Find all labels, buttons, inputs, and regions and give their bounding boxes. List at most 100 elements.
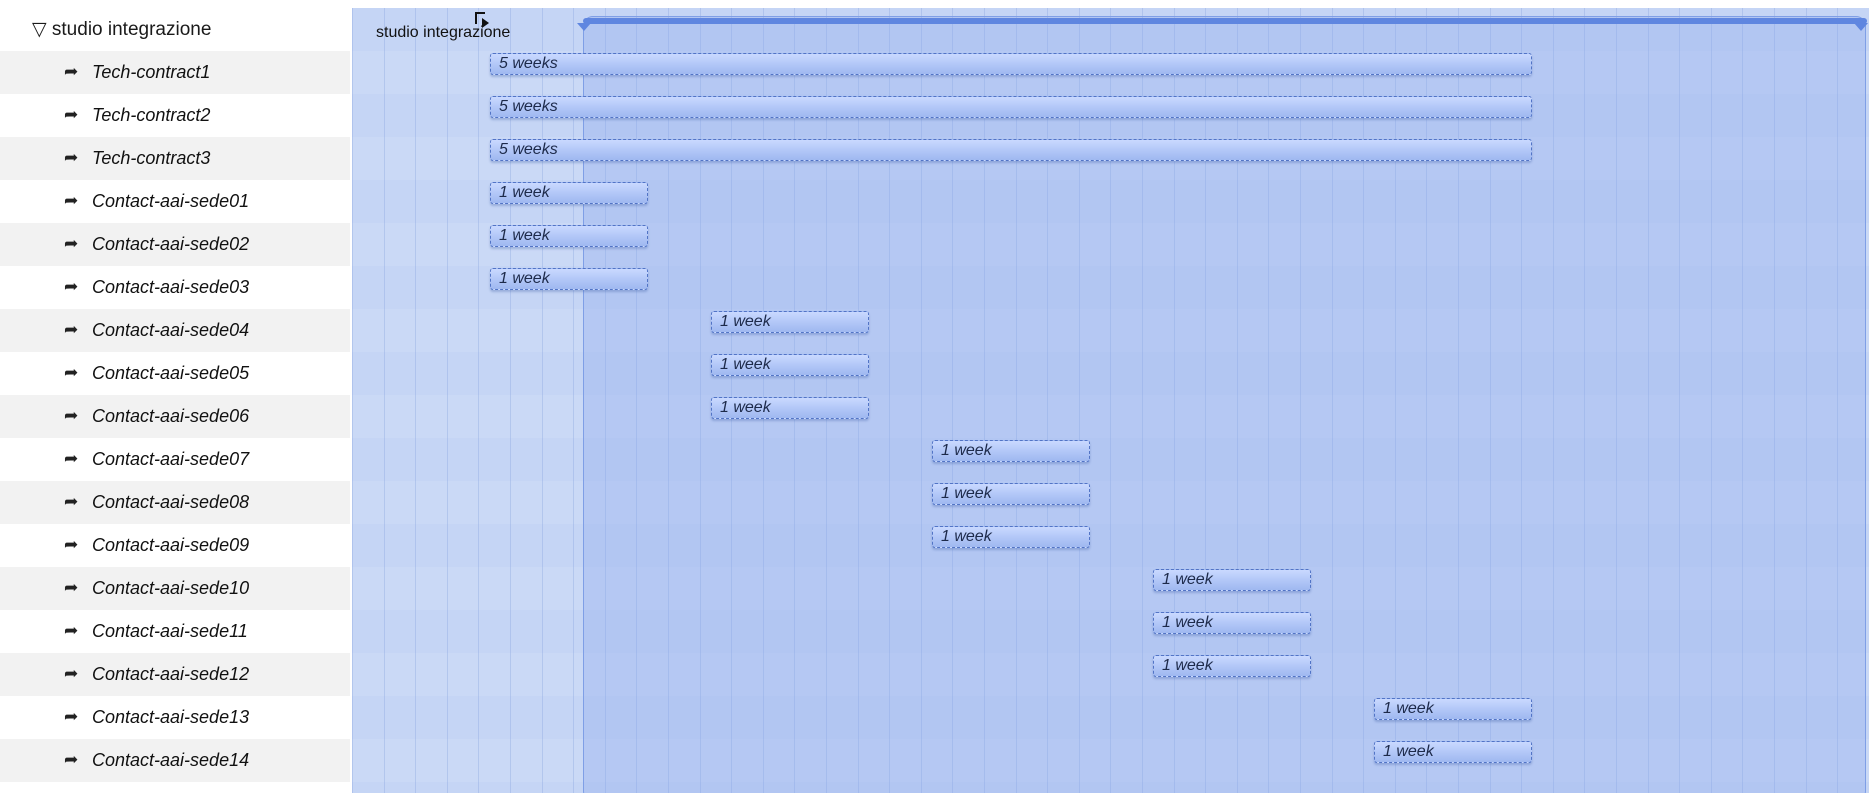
outline-task-row[interactable]: ➦ Tech-contract3 [0, 137, 350, 180]
task-label: Contact-aai-sede13 [92, 707, 250, 727]
outline-task-row[interactable]: ➦ Contact-aai-sede07 [0, 438, 350, 481]
task-arrow-icon: ➦ [64, 449, 79, 468]
task-duration-label: 1 week [499, 184, 550, 201]
outline-task-row[interactable]: ➦ Contact-aai-sede02 [0, 223, 350, 266]
task-label: Contact-aai-sede05 [92, 363, 250, 383]
task-label: Contact-aai-sede10 [92, 578, 250, 598]
outline-task-row[interactable]: ➦ Contact-aai-sede05 [0, 352, 350, 395]
grid-line [447, 8, 448, 793]
task-duration-label: 1 week [499, 227, 550, 244]
task-arrow-icon: ➦ [64, 277, 79, 296]
task-arrow-icon: ➦ [64, 363, 79, 382]
task-label: Contact-aai-sede01 [92, 191, 250, 211]
grid-line [510, 8, 511, 793]
grid-line [542, 8, 543, 793]
task-bar[interactable]: 1 week [711, 354, 869, 376]
grid-line [384, 8, 385, 793]
task-bar[interactable]: 1 week [932, 483, 1090, 505]
task-arrow-icon: ➦ [64, 234, 79, 253]
grid-line [415, 8, 416, 793]
task-arrow-icon: ➦ [64, 105, 79, 124]
task-arrow-icon: ➦ [64, 148, 79, 167]
task-arrow-icon: ➦ [64, 320, 79, 339]
task-bar[interactable]: 1 week [1374, 741, 1532, 763]
task-bar[interactable]: 1 week [490, 182, 648, 204]
task-arrow-icon: ➦ [64, 535, 79, 554]
task-arrow-icon: ➦ [64, 191, 79, 210]
task-bar[interactable]: 5 weeks [490, 139, 1532, 161]
grid-line [352, 8, 353, 793]
task-arrow-icon: ➦ [64, 621, 79, 640]
task-bar[interactable]: 1 week [1153, 655, 1311, 677]
grid-line [478, 8, 479, 793]
outline-task-row[interactable]: ➦ Contact-aai-sede04 [0, 309, 350, 352]
task-bar[interactable]: 1 week [711, 397, 869, 419]
task-bar[interactable]: 1 week [490, 268, 648, 290]
outline-task-row[interactable]: ➦ Contact-aai-sede11 [0, 610, 350, 653]
task-arrow-icon: ➦ [64, 750, 79, 769]
task-bar[interactable]: 1 week [1153, 569, 1311, 591]
task-bar[interactable]: 1 week [1374, 698, 1532, 720]
outline-task-row[interactable]: ➦ Contact-aai-sede03 [0, 266, 350, 309]
task-label: Contact-aai-sede06 [92, 406, 250, 426]
task-label: Contact-aai-sede03 [92, 277, 250, 297]
task-bar[interactable]: 5 weeks [490, 53, 1532, 75]
task-label: Tech-contract3 [92, 148, 211, 168]
outline-task-row[interactable]: ➦ Contact-aai-sede08 [0, 481, 350, 524]
gantt-chart: studio integrazione 5 weeks 5 weeks 5 week… [352, 8, 1869, 793]
task-duration-label: 1 week [720, 399, 771, 416]
task-bar[interactable]: 1 week [490, 225, 648, 247]
task-label: Contact-aai-sede12 [92, 664, 250, 684]
task-arrow-icon: ➦ [64, 578, 79, 597]
dependency-arrow-icon [482, 18, 489, 28]
outline-task-row[interactable]: ➦ Contact-aai-sede13 [0, 696, 350, 739]
task-outline: ▽ studio integrazione ➦ Tech-contract1 ➦ Te… [0, 0, 350, 793]
task-duration-label: 1 week [499, 270, 550, 287]
outline-task-row[interactable]: ➦ Tech-contract2 [0, 94, 350, 137]
outline-task-row[interactable]: ➦ Contact-aai-sede12 [0, 653, 350, 696]
task-arrow-icon: ➦ [64, 707, 79, 726]
outline-task-row[interactable]: ➦ Contact-aai-sede01 [0, 180, 350, 223]
group-label[interactable]: ▽ studio integrazione [32, 18, 211, 41]
task-label: Contact-aai-sede14 [92, 750, 250, 770]
task-duration-label: 1 week [1383, 700, 1434, 717]
outline-group-row[interactable]: ▽ studio integrazione [0, 8, 350, 51]
task-label: Contact-aai-sede09 [92, 535, 250, 555]
task-duration-label: 1 week [1162, 657, 1213, 674]
task-arrow-icon: ➦ [64, 664, 79, 683]
group-name: studio integrazione [51, 19, 212, 40]
outline-task-row[interactable]: ➦ Contact-aai-sede10 [0, 567, 350, 610]
outline-task-row[interactable]: ➦ Tech-contract1 [0, 51, 350, 94]
task-duration-label: 1 week [1383, 743, 1434, 760]
task-arrow-icon: ➦ [64, 406, 79, 425]
group-summary-bar[interactable] [583, 18, 1867, 24]
outline-task-row[interactable]: ➦ Contact-aai-sede09 [0, 524, 350, 567]
disclosure-triangle-icon[interactable]: ▽ [32, 19, 47, 40]
summary-start-marker-icon [577, 23, 591, 31]
task-duration-label: 1 week [720, 313, 771, 330]
task-bar[interactable]: 1 week [1153, 612, 1311, 634]
task-duration-label: 1 week [941, 485, 992, 502]
task-duration-label: 1 week [941, 528, 992, 545]
task-bar[interactable]: 1 week [711, 311, 869, 333]
task-duration-label: 5 weeks [499, 55, 558, 72]
task-label: Contact-aai-sede07 [92, 449, 250, 469]
task-label: Contact-aai-sede04 [92, 320, 250, 340]
outline-task-row[interactable]: ➦ Contact-aai-sede14 [0, 739, 350, 782]
task-label: Tech-contract1 [92, 62, 211, 82]
task-duration-label: 5 weeks [499, 98, 558, 115]
task-bar[interactable]: 5 weeks [490, 96, 1532, 118]
task-label: Contact-aai-sede11 [92, 621, 248, 641]
task-label: Tech-contract2 [92, 105, 211, 125]
task-bar[interactable]: 1 week [932, 440, 1090, 462]
task-duration-label: 1 week [941, 442, 992, 459]
outline-task-row[interactable]: ➦ Contact-aai-sede06 [0, 395, 350, 438]
task-duration-label: 1 week [1162, 614, 1213, 631]
task-duration-label: 1 week [720, 356, 771, 373]
task-arrow-icon: ➦ [64, 492, 79, 511]
task-label: Contact-aai-sede02 [92, 234, 250, 254]
task-label: Contact-aai-sede08 [92, 492, 250, 512]
task-duration-label: 5 weeks [499, 141, 558, 158]
task-arrow-icon: ➦ [64, 62, 79, 81]
task-bar[interactable]: 1 week [932, 526, 1090, 548]
